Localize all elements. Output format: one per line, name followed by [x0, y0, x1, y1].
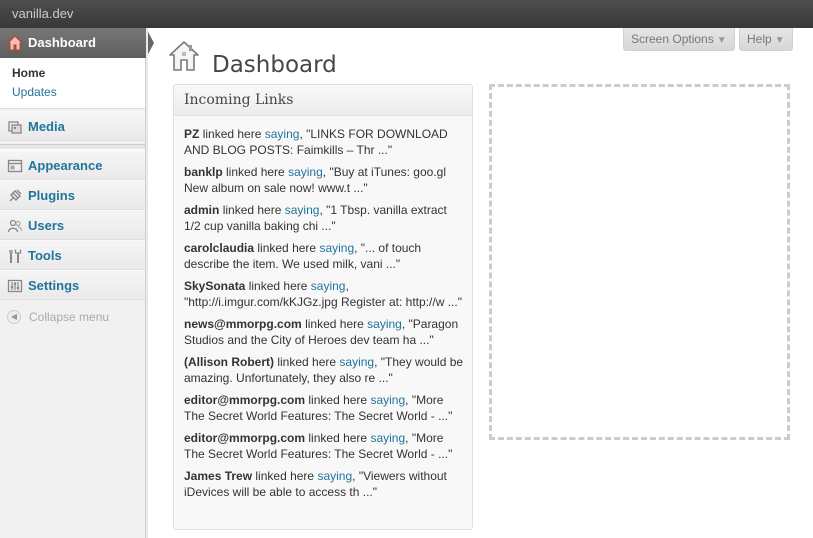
dashboard-submenu: Home Updates	[0, 58, 145, 109]
list-item: editor@mmorpg.com linked here saying, "M…	[184, 393, 453, 423]
site-name-link[interactable]: vanilla.dev	[12, 6, 73, 21]
link-author[interactable]: carolclaudia	[184, 241, 254, 255]
linked-here-text: linked here	[305, 317, 364, 331]
saying-link[interactable]: saying	[370, 393, 405, 407]
link-excerpt: "http://i.imgur.com/kKJGz.jpg Register a…	[184, 295, 462, 309]
list-item: (Allison Robert) linked here saying, "Th…	[184, 355, 464, 385]
help-label: Help	[747, 32, 772, 46]
sidebar-item-label: Media	[28, 119, 65, 134]
linked-here-text: linked here	[202, 127, 262, 141]
sidebar-item-label: Tools	[28, 248, 62, 263]
saying-link[interactable]: saying	[285, 203, 320, 217]
collapse-arrow-icon: ◀	[7, 310, 21, 324]
list-item: PZ linked here saying, "LINKS FOR DOWNLO…	[184, 127, 448, 157]
link-author[interactable]: editor@mmorpg.com	[184, 393, 305, 407]
saying-link[interactable]: saying	[339, 355, 374, 369]
list-item: SkySonata linked here saying, "http://i.…	[184, 279, 462, 309]
saying-link[interactable]: saying	[319, 241, 354, 255]
list-item: news@mmorpg.com linked here saying, "Par…	[184, 317, 459, 347]
saying-link[interactable]: saying	[370, 431, 405, 445]
list-item: James Trew linked here saying, "Viewers …	[184, 469, 447, 499]
linked-here-text: linked here	[248, 279, 308, 293]
media-icon	[8, 121, 22, 134]
sidebar-item-settings[interactable]: Settings	[0, 270, 145, 300]
screen-options-label: Screen Options	[631, 32, 714, 46]
link-author[interactable]: news@mmorpg.com	[184, 317, 302, 331]
linked-here-text: linked here	[277, 355, 337, 369]
home-icon	[7, 35, 23, 51]
sidebar-item-label: Users	[28, 218, 65, 233]
link-author[interactable]: James Trew	[184, 469, 252, 483]
saying-link[interactable]: saying	[367, 317, 402, 331]
submenu-home[interactable]: Home	[0, 64, 145, 83]
list-item: admin linked here saying, "1 Tbsp. vanil…	[184, 203, 447, 233]
admin-bar: vanilla.dev	[0, 0, 813, 28]
saying-link[interactable]: saying	[288, 165, 323, 179]
saying-link[interactable]: saying	[265, 127, 300, 141]
link-author[interactable]: PZ	[184, 127, 199, 141]
sidebar-item-plugins[interactable]: Plugins	[0, 180, 145, 210]
link-author[interactable]: admin	[184, 203, 219, 217]
page-title: Dashboard	[212, 52, 337, 78]
current-menu-arrow	[146, 28, 154, 58]
dashboard-home-icon	[169, 41, 199, 71]
admin-sidebar: Dashboard Home Updates Media Appearance …	[0, 28, 154, 538]
link-author[interactable]: editor@mmorpg.com	[184, 431, 305, 445]
collapse-menu-label: Collapse menu	[29, 310, 110, 324]
saying-link[interactable]: saying	[311, 279, 346, 293]
linked-here-text: linked here	[308, 431, 368, 445]
linked-here-text: linked here	[257, 241, 317, 255]
tools-icon	[9, 249, 22, 263]
list-item: carolclaudia linked here saying, "... of…	[184, 241, 422, 271]
sidebar-item-label: Dashboard	[28, 35, 96, 50]
linked-here-text: linked here	[308, 393, 368, 407]
link-author[interactable]: banklp	[184, 165, 223, 179]
list-item: banklp linked here saying, "Buy at iTune…	[184, 165, 446, 195]
list-item: editor@mmorpg.com linked here saying, "M…	[184, 431, 453, 461]
plugins-icon	[9, 189, 22, 202]
sidebar-item-appearance[interactable]: Appearance	[0, 150, 145, 180]
sidebar-item-label: Plugins	[28, 188, 75, 203]
sidebar-item-label: Settings	[28, 278, 80, 293]
linked-here-text: linked here	[255, 469, 315, 483]
sidebar-item-media[interactable]: Media	[0, 111, 145, 141]
widget-title[interactable]: Incoming Links	[174, 85, 472, 116]
saying-link[interactable]: saying	[317, 469, 352, 483]
incoming-links-widget: Incoming Links PZ linked here saying, "L…	[173, 84, 473, 530]
sidebar-item-tools[interactable]: Tools	[0, 240, 145, 270]
users-icon	[7, 219, 23, 233]
screen-options-button[interactable]: Screen Options ▼	[623, 28, 735, 51]
sidebar-item-users[interactable]: Users	[0, 210, 145, 240]
collapse-menu-button[interactable]: ◀ Collapse menu	[0, 302, 145, 332]
submenu-updates[interactable]: Updates	[0, 83, 145, 102]
link-author[interactable]: SkySonata	[184, 279, 245, 293]
appearance-icon	[7, 159, 23, 173]
linked-here-text: linked here	[226, 165, 285, 179]
linked-here-text: linked here	[222, 203, 282, 217]
widget-drop-zone[interactable]	[489, 84, 790, 440]
help-button[interactable]: Help ▼	[739, 28, 793, 51]
sidebar-item-dashboard[interactable]: Dashboard	[0, 28, 154, 58]
chevron-down-icon: ▼	[774, 35, 785, 46]
link-author[interactable]: (Allison Robert)	[184, 355, 274, 369]
sidebar-item-label: Appearance	[28, 158, 103, 173]
incoming-links-list: PZ linked here saying, "LINKS FOR DOWNLO…	[174, 116, 472, 500]
settings-icon	[7, 279, 23, 293]
chevron-down-icon: ▼	[716, 35, 727, 46]
